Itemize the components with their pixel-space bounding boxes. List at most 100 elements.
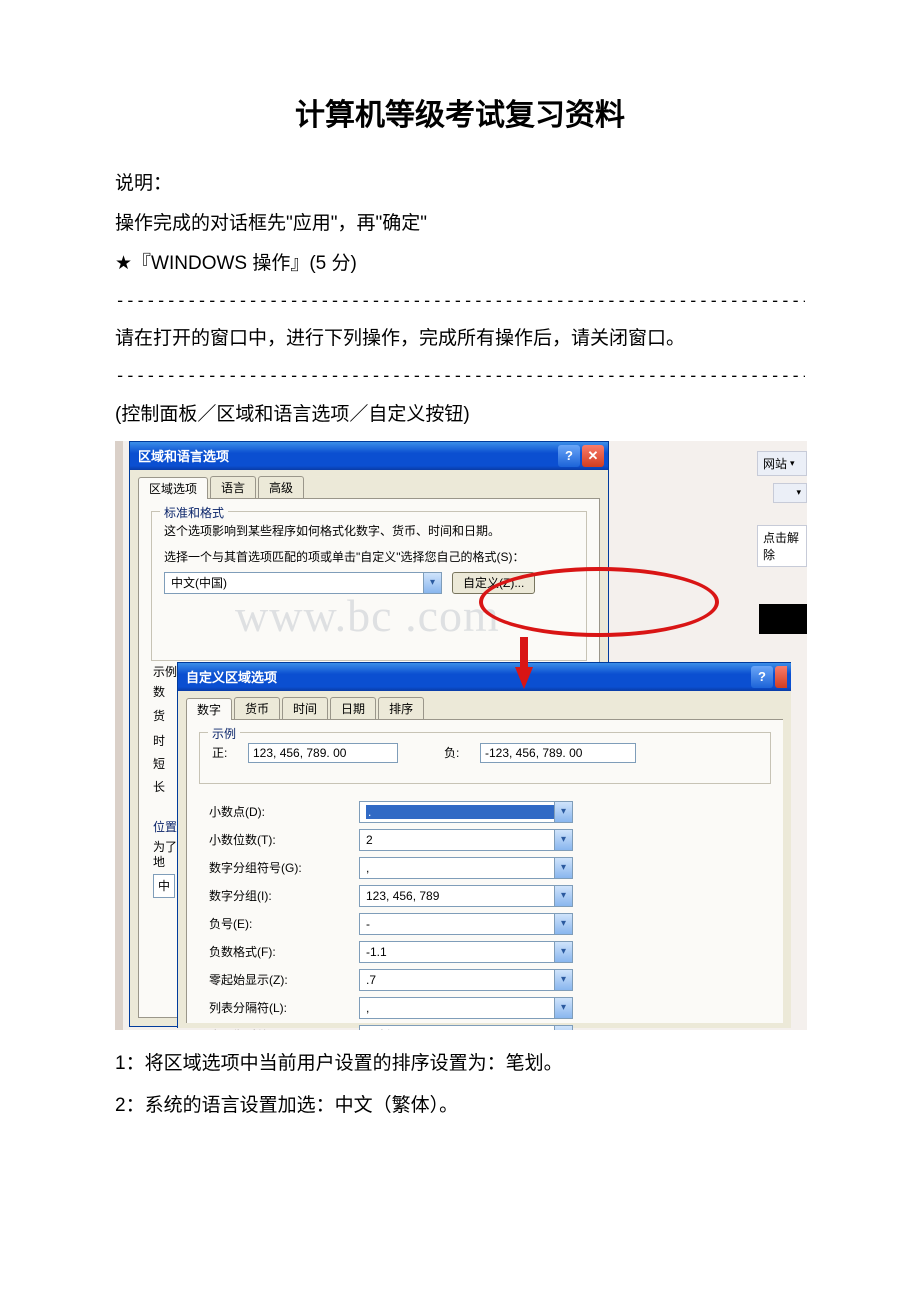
tab-language[interactable]: 语言: [210, 476, 256, 498]
positive-label: 正:: [212, 744, 240, 761]
field-row: 负号(E):-▾: [199, 910, 771, 938]
text-line: ★『WINDOWS 操作』(5 分): [115, 244, 805, 284]
field-value: -1.1: [366, 945, 554, 959]
field-value: .7: [366, 973, 554, 987]
tab-date[interactable]: 日期: [330, 697, 376, 719]
titlebar: 区域和语言选项 ? ✕: [130, 442, 608, 470]
help-icon[interactable]: ?: [751, 666, 773, 688]
field-value: ,: [366, 1001, 554, 1015]
group-desc: 这个选项影响到某些程序如何格式化数字、货币、时间和日期。: [164, 522, 574, 539]
field-value: 123, 456, 789: [366, 889, 554, 903]
chevron-down-icon[interactable]: ▾: [423, 573, 441, 593]
tab-currency[interactable]: 货币: [234, 697, 280, 719]
field-value: 2: [366, 833, 554, 847]
chevron-down-icon[interactable]: ▾: [554, 830, 572, 850]
group-legend: 示例: [208, 725, 240, 742]
divider: ----------------------------------------…: [115, 359, 805, 395]
partial-value: 中: [153, 874, 175, 898]
tab-time[interactable]: 时间: [282, 697, 328, 719]
field-combobox[interactable]: -1.1▾: [359, 941, 573, 963]
field-combobox[interactable]: 公制▾: [359, 1025, 573, 1030]
question-line: 2：系统的语言设置加选：中文（繁体）。: [115, 1086, 805, 1126]
field-combobox[interactable]: ,▾: [359, 997, 573, 1019]
group-hint: 选择一个与其首选项匹配的项或单击"自定义"选择您自己的格式(S)：: [164, 549, 574, 566]
help-icon[interactable]: ?: [558, 445, 580, 467]
partial-label: 时: [153, 731, 165, 751]
field-value: ,: [366, 861, 554, 875]
field-row: 小数位数(T):2▾: [199, 826, 771, 854]
browser-fragment[interactable]: 网站▾: [757, 451, 807, 476]
chevron-down-icon[interactable]: ▾: [554, 942, 572, 962]
text-line: (控制面板／区域和语言选项／自定义按钮): [115, 395, 805, 435]
fragment-label: 点击解除: [763, 529, 801, 563]
field-row: 列表分隔符(L):,▾: [199, 994, 771, 1022]
tab-sort[interactable]: 排序: [378, 697, 424, 719]
annotation-arrow-icon: [515, 667, 533, 689]
field-combobox[interactable]: .7▾: [359, 969, 573, 991]
field-label: 零起始显示(Z):: [199, 971, 359, 988]
partial-label: 示例: [153, 662, 177, 682]
close-icon[interactable]: [775, 666, 787, 688]
window-title: 自定义区域选项: [186, 667, 277, 686]
field-combobox[interactable]: ,▾: [359, 857, 573, 879]
chevron-down-icon[interactable]: ▾: [554, 802, 572, 822]
tab-region[interactable]: 区域选项: [138, 477, 208, 499]
dark-fragment: [759, 604, 807, 634]
field-label: 数字分组符号(G):: [199, 859, 359, 876]
field-combobox[interactable]: 2▾: [359, 829, 573, 851]
text-line: 操作完成的对话框先"应用"，再"确定": [115, 204, 805, 244]
field-combobox[interactable]: 123, 456, 789▾: [359, 885, 573, 907]
field-combobox[interactable]: .▾: [359, 801, 573, 823]
fragment-label: 网站: [763, 455, 787, 472]
close-icon[interactable]: ✕: [582, 445, 604, 467]
window-title: 区域和语言选项: [138, 446, 229, 465]
titlebar: 自定义区域选项 ?: [178, 663, 791, 691]
divider: ----------------------------------------…: [115, 284, 805, 320]
tab-strip: 区域选项 语言 高级: [130, 470, 608, 498]
negative-label: 负:: [444, 744, 472, 761]
chevron-down-icon[interactable]: ▾: [554, 970, 572, 990]
tab-number[interactable]: 数字: [186, 698, 232, 720]
partial-label: 位置: [153, 817, 177, 837]
annotation-circle: [479, 567, 719, 637]
tab-strip: 数字 货币 时间 日期 排序: [178, 691, 791, 719]
browser-fragment[interactable]: 点击解除: [757, 525, 807, 567]
field-label: 度量衡系统(M):: [199, 1027, 359, 1030]
field-label: 负号(E):: [199, 915, 359, 932]
text-line: 说明：: [115, 164, 805, 204]
field-row: 小数点(D):.▾: [199, 798, 771, 826]
partial-label: 地: [153, 852, 165, 872]
tab-advanced[interactable]: 高级: [258, 476, 304, 498]
locale-combobox[interactable]: 中文(中国) ▾: [164, 572, 442, 594]
field-row: 度量衡系统(M):公制▾: [199, 1022, 771, 1030]
field-value: -: [366, 917, 554, 931]
chevron-down-icon[interactable]: ▾: [554, 998, 572, 1018]
page-title: 计算机等级考试复习资料: [115, 90, 805, 134]
question-line: 1：将区域选项中当前用户设置的排序设置为：笔划。: [115, 1044, 805, 1084]
customize-region-dialog: 自定义区域选项 ? 数字 货币 时间 日期 排序 示例 正: 123, 456,…: [177, 662, 791, 1028]
field-combobox[interactable]: -▾: [359, 913, 573, 935]
partial-label: 长: [153, 777, 165, 797]
screenshot-region: 区域和语言选项 ? ✕ 区域选项 语言 高级 标准和格式 这个选项影响到某些程序…: [115, 441, 807, 1030]
browser-fragment[interactable]: ▾: [773, 483, 807, 503]
locale-value: 中文(中国): [171, 574, 423, 591]
negative-value: -123, 456, 789. 00: [480, 743, 636, 763]
field-row: 负数格式(F):-1.1▾: [199, 938, 771, 966]
field-value: 公制: [366, 1027, 554, 1030]
group-legend: 标准和格式: [160, 504, 228, 521]
field-label: 负数格式(F):: [199, 943, 359, 960]
partial-label: 货: [153, 706, 165, 726]
field-row: 零起始显示(Z):.7▾: [199, 966, 771, 994]
field-label: 小数点(D):: [199, 803, 359, 820]
field-label: 小数位数(T):: [199, 831, 359, 848]
chevron-down-icon[interactable]: ▾: [554, 1026, 572, 1030]
field-row: 数字分组(I):123, 456, 789▾: [199, 882, 771, 910]
chevron-down-icon[interactable]: ▾: [554, 858, 572, 878]
chevron-down-icon[interactable]: ▾: [554, 886, 572, 906]
field-label: 数字分组(I):: [199, 887, 359, 904]
chevron-down-icon[interactable]: ▾: [554, 914, 572, 934]
text-line: 请在打开的窗口中，进行下列操作，完成所有操作后，请关闭窗口。: [115, 319, 805, 359]
field-label: 列表分隔符(L):: [199, 999, 359, 1016]
partial-label: 数: [153, 682, 165, 702]
field-row: 数字分组符号(G):,▾: [199, 854, 771, 882]
